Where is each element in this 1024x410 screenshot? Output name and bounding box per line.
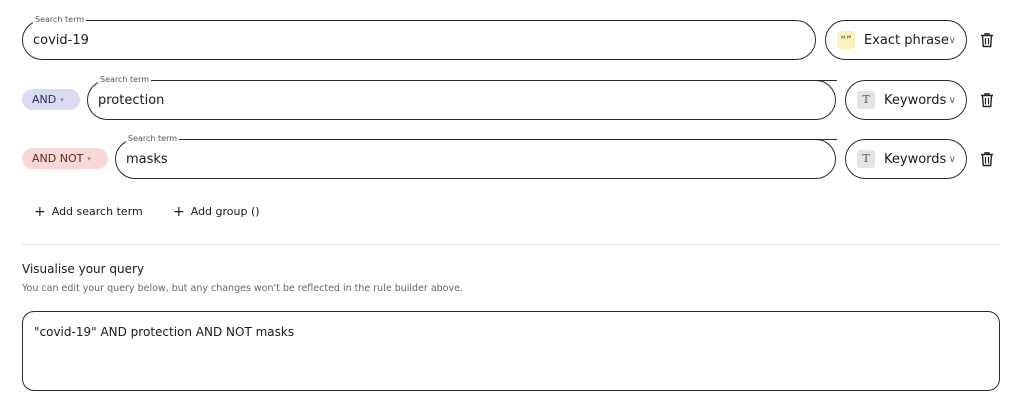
- search-term-input[interactable]: [126, 140, 702, 180]
- add-group-label: Add group (): [190, 205, 260, 218]
- quote-icon: “”: [837, 31, 855, 49]
- add-search-term-label: Add search term: [51, 205, 143, 218]
- chevron-down-icon: ∨: [948, 154, 956, 165]
- plus-icon: +: [34, 204, 46, 220]
- search-term-field[interactable]: Search term: [87, 74, 837, 121]
- text-type-icon: T: [857, 150, 875, 168]
- search-term-row: AND NOT▾ Search term T Keywords ∨: [0, 133, 1024, 180]
- search-term-row: Search term “” Exact phrase ∨: [0, 14, 1024, 61]
- visualise-title: Visualise your query: [22, 262, 145, 276]
- add-group-button[interactable]: + Add group (): [173, 203, 260, 221]
- operator-select-and-not[interactable]: AND NOT ▾: [22, 148, 108, 169]
- chevron-down-icon: ∨: [948, 35, 956, 46]
- search-term-input[interactable]: [33, 21, 667, 61]
- search-term-field[interactable]: Search term: [22, 14, 816, 61]
- term-type-select[interactable]: “” Exact phrase ∨: [825, 20, 967, 60]
- text-type-icon: T: [857, 91, 875, 109]
- term-type-label: Keywords: [884, 152, 947, 167]
- plus-icon: +: [173, 204, 185, 220]
- operator-select-and[interactable]: AND ▾: [22, 89, 80, 110]
- term-type-select[interactable]: T Keywords ∨: [845, 80, 967, 120]
- trash-icon[interactable]: [980, 151, 994, 167]
- caret-down-icon: ▾: [60, 96, 64, 104]
- query-text[interactable]: "covid-19" AND protection AND NOT masks: [34, 325, 294, 339]
- search-term-row: AND▾ Search term T Keywords ∨: [0, 74, 1024, 121]
- term-type-label: Exact phrase: [864, 33, 949, 48]
- operator-label: AND NOT: [32, 152, 84, 165]
- add-search-term-button[interactable]: + Add search term: [34, 203, 143, 221]
- chevron-down-icon: ∨: [948, 95, 956, 106]
- visualise-subtitle: You can edit your query below, but any c…: [22, 283, 463, 294]
- trash-icon[interactable]: [980, 92, 994, 108]
- trash-icon[interactable]: [980, 32, 994, 48]
- term-type-select[interactable]: T Keywords ∨: [845, 139, 967, 179]
- search-term-field[interactable]: Search term: [115, 133, 837, 180]
- caret-down-icon: ▾: [87, 155, 91, 163]
- search-term-input[interactable]: [98, 81, 696, 121]
- query-editor[interactable]: "covid-19" AND protection AND NOT masks: [22, 311, 1000, 391]
- operator-label: AND: [32, 93, 57, 106]
- section-divider: [22, 244, 1000, 245]
- term-type-label: Keywords: [884, 93, 947, 108]
